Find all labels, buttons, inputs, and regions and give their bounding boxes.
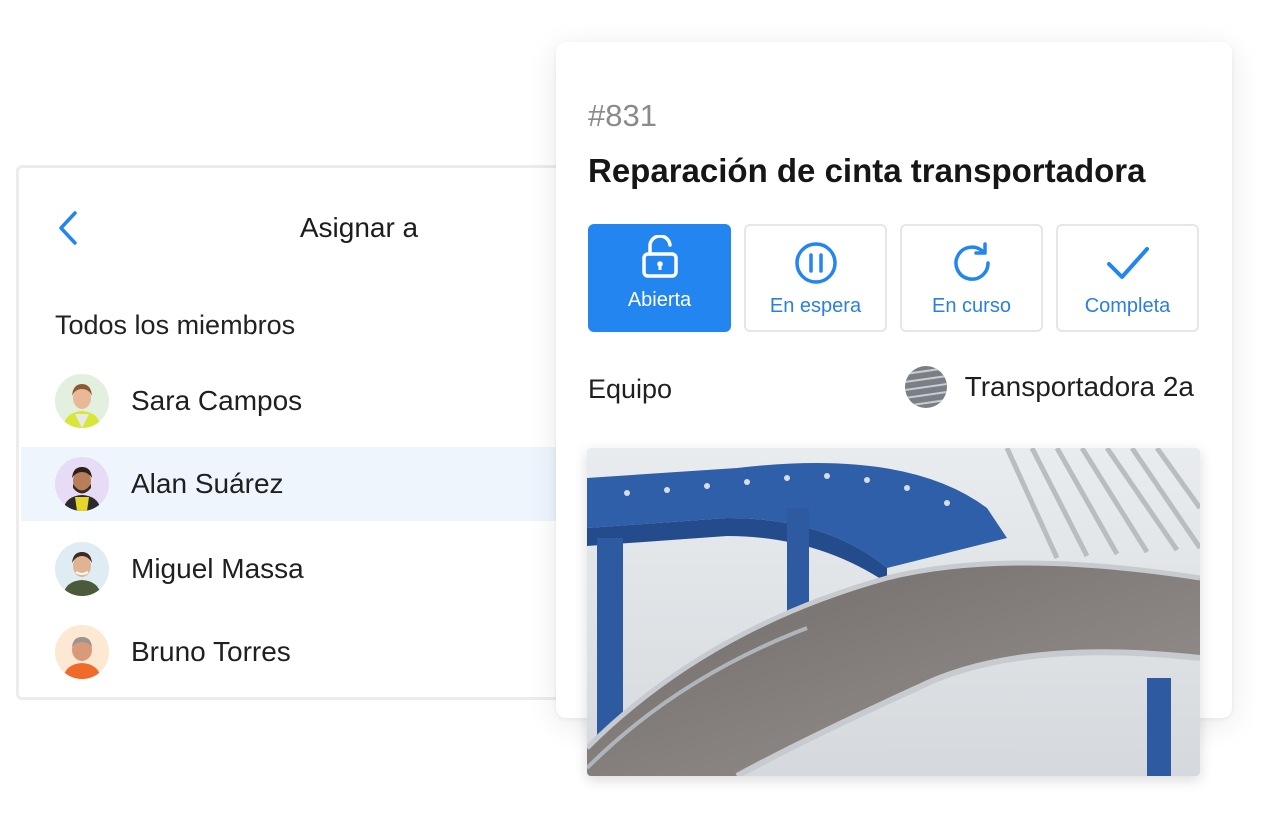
status-complete-button[interactable]: Completa bbox=[1056, 224, 1199, 332]
status-label: Completa bbox=[1084, 295, 1171, 317]
assign-panel: Asignar a Todos los miembros Sara Campos bbox=[16, 165, 576, 700]
section-label: Todos los miembros bbox=[55, 310, 296, 340]
avatar bbox=[55, 625, 109, 679]
equipment-thumbnail bbox=[904, 366, 947, 408]
member-name: Alan Suárez bbox=[131, 468, 284, 499]
pause-icon bbox=[793, 237, 839, 289]
member-row[interactable]: Bruno Torres bbox=[21, 615, 561, 689]
status-label: En curso bbox=[932, 295, 1011, 317]
avatar bbox=[55, 457, 109, 511]
member-row-selected[interactable]: Alan Suárez bbox=[21, 447, 561, 521]
equipment-label: Equipo bbox=[588, 374, 673, 404]
check-icon bbox=[1105, 237, 1151, 289]
conveyor-belt-photo bbox=[587, 448, 1200, 776]
status-label: En espera bbox=[769, 295, 862, 317]
equipment-link[interactable]: Transportadora 2a bbox=[904, 366, 1194, 408]
member-name: Sara Campos bbox=[131, 385, 303, 416]
avatar bbox=[55, 542, 109, 596]
member-name: Miguel Massa bbox=[131, 553, 304, 584]
status-in-progress-button[interactable]: En curso bbox=[900, 224, 1043, 332]
equipment-name: Transportadora 2a bbox=[964, 371, 1194, 402]
unlock-icon bbox=[641, 231, 679, 283]
status-label: Abierta bbox=[627, 289, 692, 311]
work-order-title: Reparación de cinta transportadora bbox=[588, 152, 1146, 189]
member-row[interactable]: Miguel Massa bbox=[21, 532, 561, 606]
status-selector: Abierta En espera En curso Completa bbox=[588, 224, 1199, 332]
work-order-number: #831 bbox=[588, 98, 657, 133]
status-on-hold-button[interactable]: En espera bbox=[744, 224, 887, 332]
member-name: Bruno Torres bbox=[131, 636, 291, 667]
avatar bbox=[55, 374, 109, 428]
member-row[interactable]: Sara Campos bbox=[21, 364, 561, 438]
refresh-icon bbox=[949, 237, 995, 289]
status-open-button[interactable]: Abierta bbox=[588, 224, 731, 332]
